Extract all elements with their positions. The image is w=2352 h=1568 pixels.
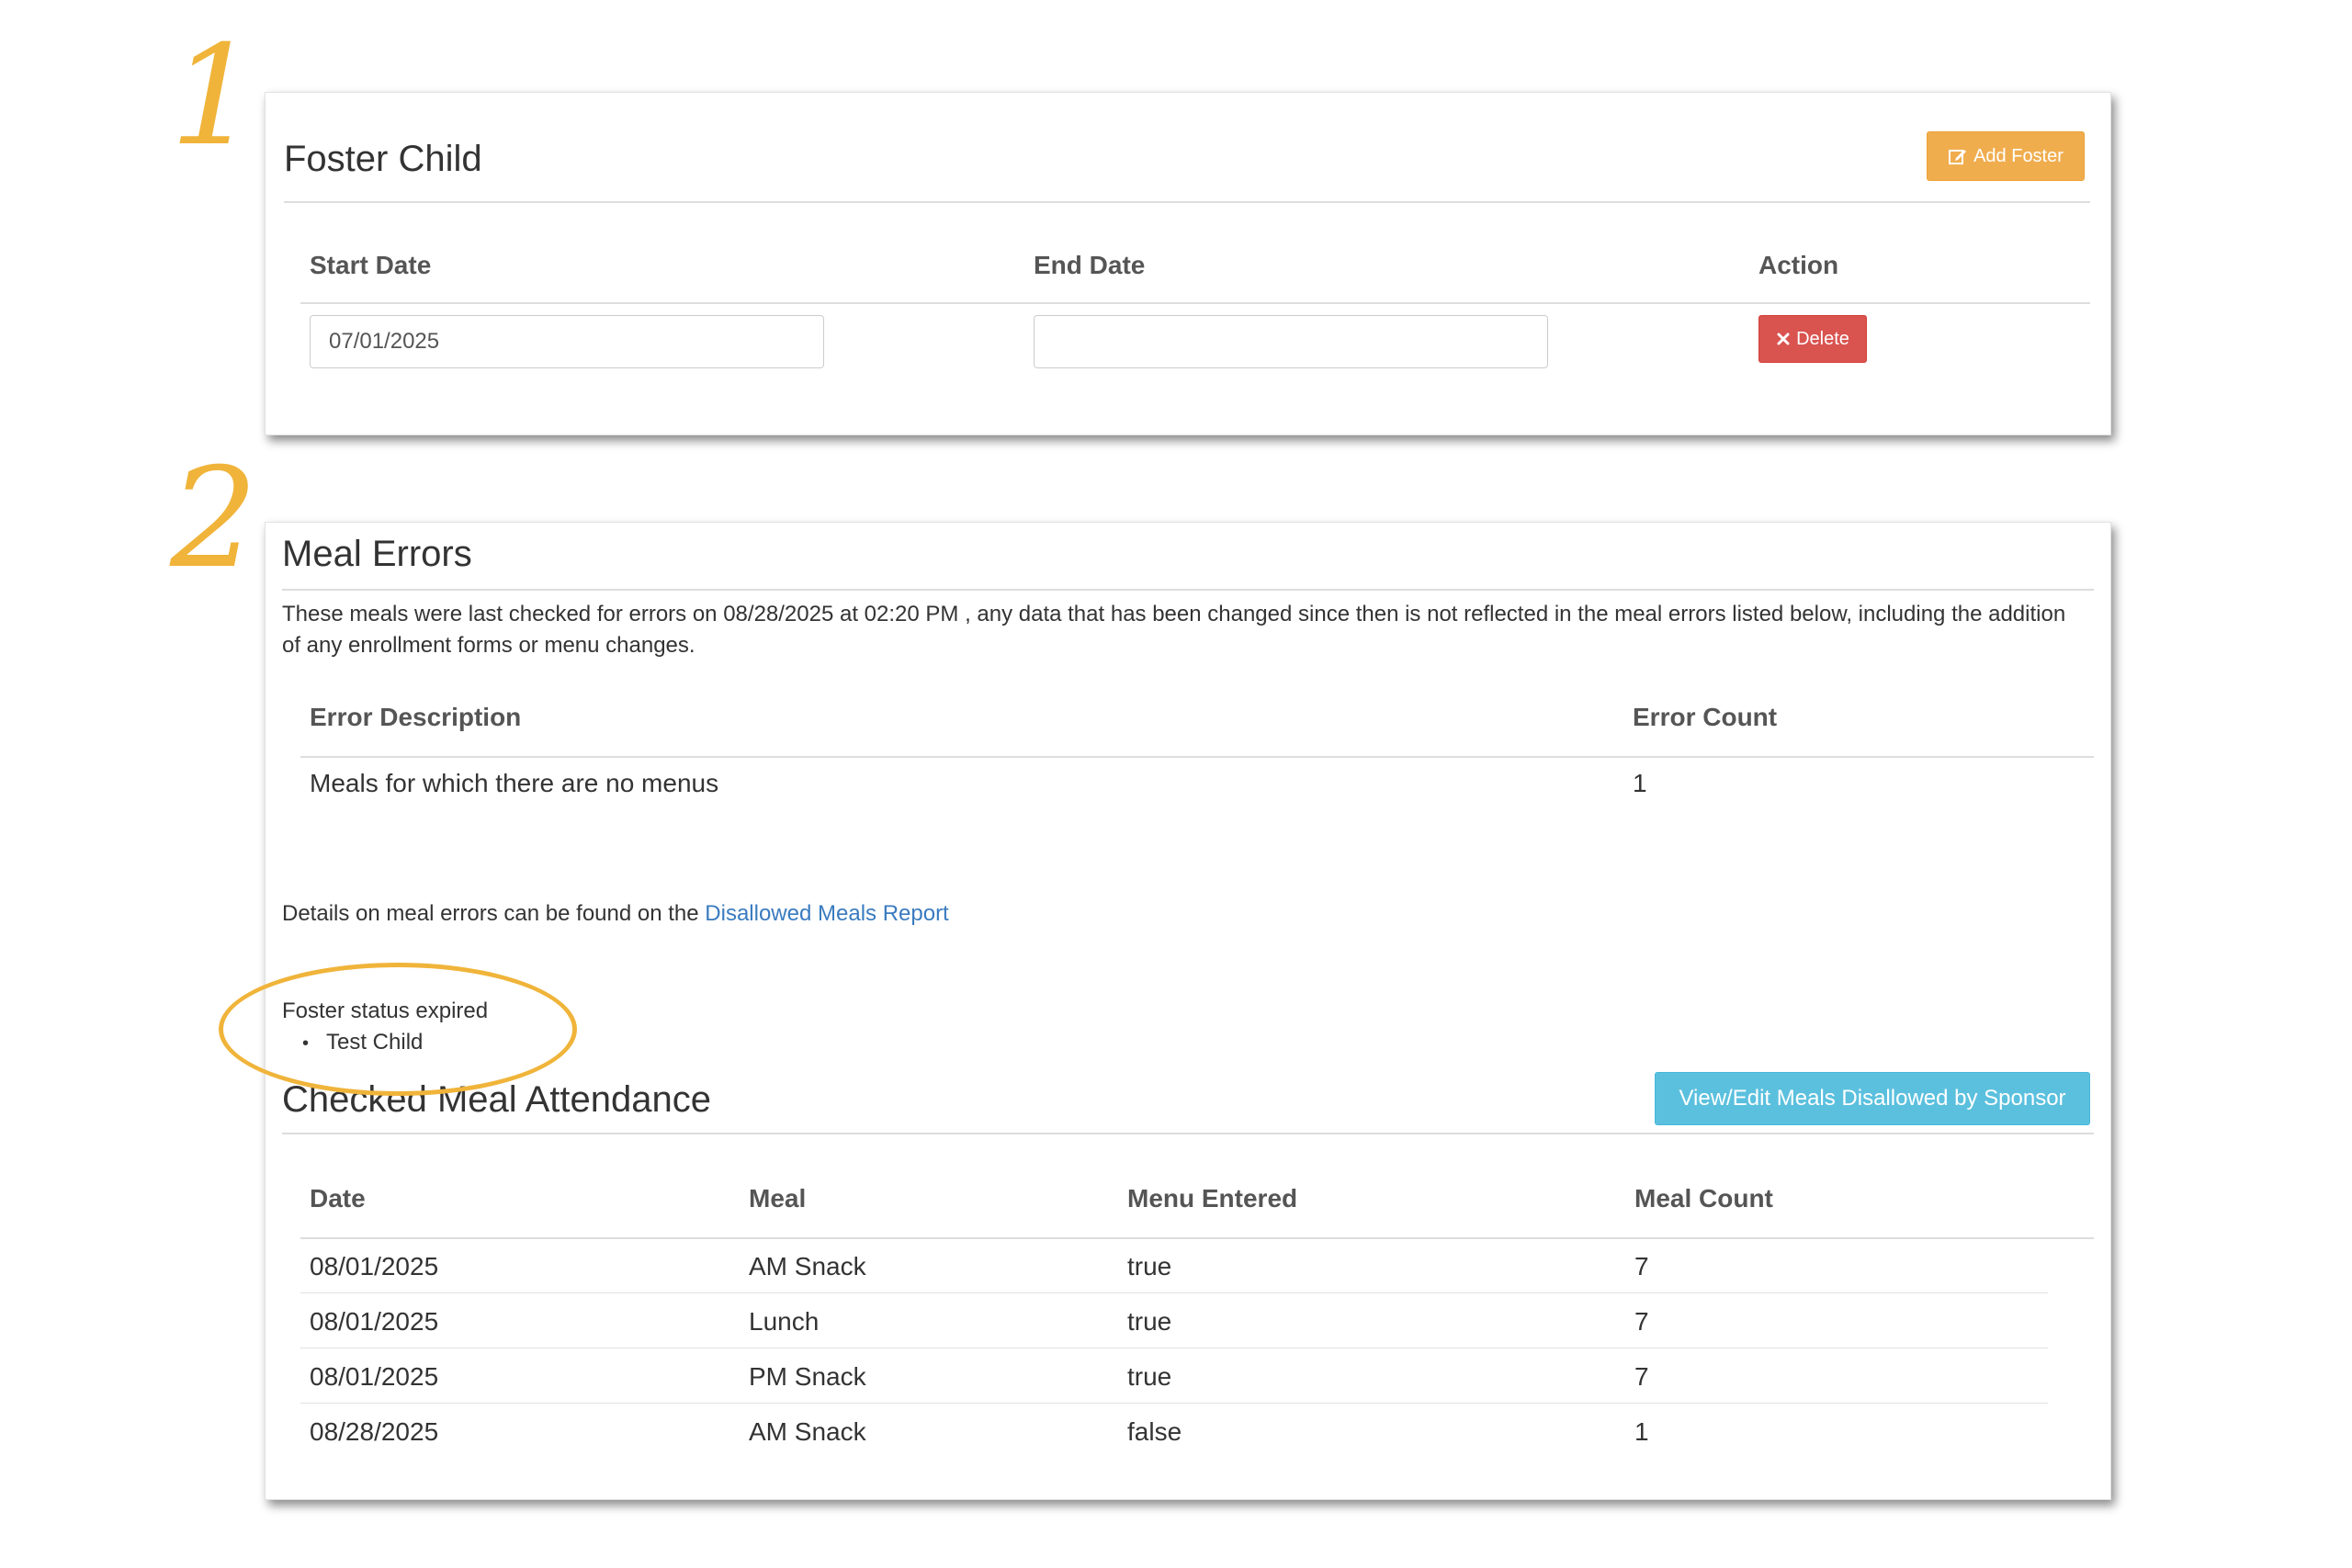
attendance-meal-cell: Lunch bbox=[749, 1307, 820, 1336]
delete-button[interactable]: Delete bbox=[1758, 315, 1867, 363]
highlight-annotation bbox=[219, 963, 577, 1096]
title-divider bbox=[284, 201, 2090, 203]
meal-errors-title: Meal Errors bbox=[282, 534, 472, 574]
attendance-date-cell: 08/01/2025 bbox=[310, 1252, 439, 1280]
end-date-input[interactable] bbox=[1034, 315, 1548, 368]
attendance-menu-entered-cell: false bbox=[1127, 1417, 1182, 1446]
attendance-menu-entered-cell: true bbox=[1127, 1362, 1172, 1391]
attendance-meal-count-cell: 1 bbox=[1634, 1417, 1649, 1446]
meal-errors-notice-line-1: These meals were last checked for errors… bbox=[282, 602, 2066, 626]
foster-child-panel: Foster Child Add Foster Start Date End D… bbox=[265, 92, 2111, 435]
attendance-meal-count-cell: 7 bbox=[1634, 1252, 1649, 1280]
attendance-menu-entered-cell: true bbox=[1127, 1307, 1172, 1336]
attendance-header-divider bbox=[300, 1237, 2094, 1239]
start-date-input[interactable] bbox=[310, 315, 824, 368]
attendance-meal-cell: PM Snack bbox=[749, 1362, 866, 1391]
column-header-error-count: Error Count bbox=[1633, 703, 1778, 731]
add-foster-button[interactable]: Add Foster bbox=[1927, 131, 2085, 181]
attendance-date-cell: 08/01/2025 bbox=[310, 1362, 439, 1391]
row-divider bbox=[300, 1292, 2048, 1293]
column-header-end-date: End Date bbox=[1034, 251, 1146, 279]
meal-errors-details: Details on meal errors can be found on t… bbox=[282, 901, 949, 927]
column-header-start-date: Start Date bbox=[310, 251, 432, 279]
meal-errors-notice-line-2: of any enrollment forms or menu changes. bbox=[282, 633, 695, 658]
meal-errors-divider bbox=[282, 589, 2094, 591]
attendance-meal-cell: AM Snack bbox=[749, 1417, 866, 1446]
column-header-action: Action bbox=[1758, 251, 1839, 279]
column-header-date: Date bbox=[310, 1184, 366, 1213]
foster-child-title: Foster Child bbox=[284, 139, 482, 179]
error-count-cell: 1 bbox=[1633, 769, 1647, 797]
error-table-header-divider bbox=[300, 756, 2094, 758]
row-divider bbox=[300, 1403, 2048, 1404]
column-header-meal-count: Meal Count bbox=[1634, 1184, 1773, 1213]
attendance-meal-count-cell: 7 bbox=[1634, 1307, 1649, 1336]
attendance-date-cell: 08/01/2025 bbox=[310, 1307, 439, 1336]
attendance-divider bbox=[282, 1133, 2094, 1134]
edit-icon bbox=[1948, 146, 1968, 166]
column-header-menu-entered: Menu Entered bbox=[1127, 1184, 1298, 1213]
column-header-meal: Meal bbox=[749, 1184, 807, 1213]
close-icon bbox=[1776, 332, 1791, 346]
attendance-menu-entered-cell: true bbox=[1127, 1252, 1172, 1280]
step-number-2: 2 bbox=[170, 439, 258, 599]
disallowed-meals-report-link[interactable]: Disallowed Meals Report bbox=[705, 901, 948, 926]
view-edit-disallowed-button[interactable]: View/Edit Meals Disallowed by Sponsor bbox=[1655, 1072, 2090, 1125]
delete-label: Delete bbox=[1796, 328, 1849, 349]
attendance-meal-cell: AM Snack bbox=[749, 1252, 866, 1280]
step-number-1: 1 bbox=[170, 17, 258, 176]
attendance-meal-count-cell: 7 bbox=[1634, 1362, 1649, 1391]
column-header-error-description: Error Description bbox=[310, 703, 522, 731]
details-prefix-text: Details on meal errors can be found on t… bbox=[282, 901, 699, 926]
add-foster-label: Add Foster bbox=[1973, 145, 2064, 166]
error-description-cell: Meals for which there are no menus bbox=[310, 769, 719, 797]
attendance-date-cell: 08/28/2025 bbox=[310, 1417, 439, 1446]
table-header-divider bbox=[300, 302, 2090, 304]
